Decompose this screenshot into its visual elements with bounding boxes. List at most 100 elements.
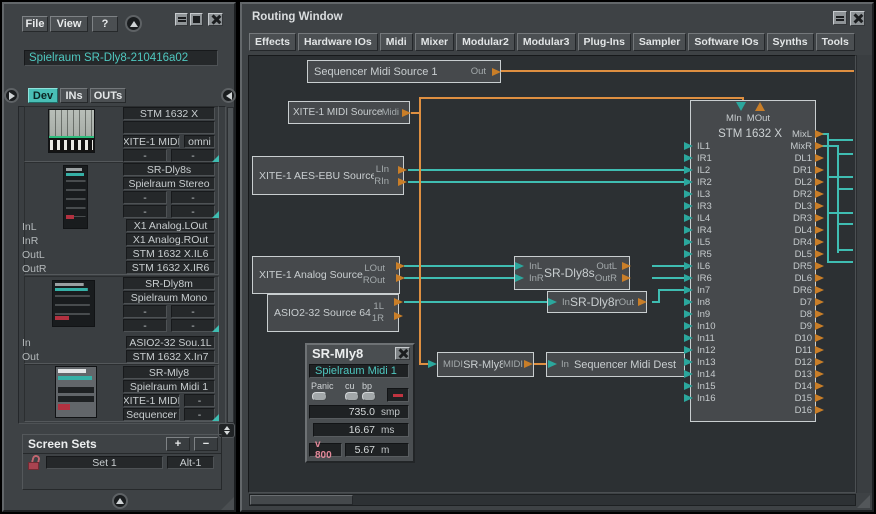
- bottom-collapse-button[interactable]: [112, 493, 128, 509]
- screen-set-remove-button[interactable]: −: [194, 437, 218, 451]
- stm-input-port[interactable]: IR4: [684, 224, 754, 236]
- input-arrow-icon[interactable]: [548, 360, 557, 368]
- input-arrow-icon[interactable]: [515, 262, 524, 270]
- output-arrow-icon[interactable]: [398, 178, 407, 186]
- device-field[interactable]: Sequencer: [123, 408, 180, 421]
- device-field[interactable]: -: [123, 319, 167, 332]
- device-field[interactable]: -: [184, 408, 215, 421]
- wire-mix-bus-tap[interactable]: [827, 261, 853, 263]
- wire-mix-bus-tap[interactable]: [837, 188, 853, 190]
- stm-output-port[interactable]: D9: [752, 320, 824, 332]
- port-assignment-field[interactable]: STM 1632 X.IR6: [126, 261, 215, 274]
- midi-in-arrow-icon[interactable]: [736, 102, 746, 111]
- cu-button[interactable]: [345, 392, 359, 401]
- stm-output-port[interactable]: D14: [752, 380, 824, 392]
- stm-input-port[interactable]: In8: [684, 296, 754, 308]
- output-arrow-icon[interactable]: [622, 262, 631, 270]
- output-arrow-icon[interactable]: [638, 298, 647, 306]
- output-arrow-icon[interactable]: [492, 68, 501, 76]
- wire-dly8m-out-to-in7[interactable]: [658, 289, 685, 291]
- tab-ins[interactable]: INs: [60, 88, 88, 103]
- routing-tab[interactable]: Modular3: [517, 33, 576, 51]
- module-sequencer-midi-dest[interactable]: In Sequencer Midi Dest 1: [546, 352, 685, 377]
- device-field[interactable]: -: [171, 191, 215, 204]
- record-display[interactable]: [387, 388, 409, 402]
- output-arrow-icon[interactable]: [524, 360, 533, 368]
- screen-set-alt-field[interactable]: Alt-1: [167, 456, 214, 469]
- device-name-field[interactable]: SR-Mly8: [123, 366, 215, 379]
- sr-mly8-name-field[interactable]: Spielraum Midi 1: [309, 364, 409, 378]
- stm-input-port[interactable]: In14: [684, 368, 754, 380]
- device-field[interactable]: -: [123, 305, 167, 318]
- device-field[interactable]: XITE-1 MIDI: [123, 135, 180, 148]
- stm-output-port[interactable]: DL3: [752, 200, 824, 212]
- collapse-button[interactable]: [125, 15, 142, 32]
- stm-input-port[interactable]: IL5: [684, 236, 754, 248]
- routing-tab[interactable]: Midi: [380, 33, 413, 51]
- port-assignment-field[interactable]: STM 1632 X.IL6: [126, 247, 215, 260]
- screen-set-add-button[interactable]: +: [166, 437, 190, 451]
- open-lock-icon[interactable]: [27, 455, 42, 470]
- stm-output-port[interactable]: D8: [752, 308, 824, 320]
- device-field[interactable]: -: [123, 191, 167, 204]
- samples-field[interactable]: 735.0 smp: [309, 405, 409, 419]
- wire-seq-out[interactable]: [501, 70, 854, 72]
- wire-mix-bus-tap[interactable]: [837, 223, 853, 225]
- stm-input-port[interactable]: In13: [684, 356, 754, 368]
- routing-close-button[interactable]: [850, 11, 865, 26]
- device-field[interactable]: Spielraum Mono: [123, 291, 215, 304]
- output-arrow-icon[interactable]: [622, 274, 631, 282]
- output-arrow-icon[interactable]: [394, 312, 403, 320]
- close-button[interactable]: [208, 13, 223, 26]
- wire-aes-lin-to-il2[interactable]: [408, 169, 685, 171]
- wire-mix-bus-tap[interactable]: [837, 249, 853, 251]
- device-field[interactable]: -: [184, 394, 215, 407]
- bp-button[interactable]: [362, 392, 376, 401]
- routing-tab[interactable]: Plug-Ins: [578, 33, 631, 51]
- minimize-button[interactable]: [175, 13, 188, 26]
- stm-output-port[interactable]: DR5: [752, 260, 824, 272]
- port-assignment-field[interactable]: X1 Analog.ROut: [126, 233, 215, 246]
- stm-output-port[interactable]: D11: [752, 344, 824, 356]
- sr-mly8-close-button[interactable]: [395, 347, 410, 360]
- stm-output-port[interactable]: DL5: [752, 248, 824, 260]
- device-field[interactable]: XITE-1 MIDI: [123, 394, 180, 407]
- stm-output-port[interactable]: MixL: [752, 128, 824, 140]
- wire-mix-bus-tap[interactable]: [837, 153, 853, 155]
- stm-input-port[interactable]: IL2: [684, 164, 754, 176]
- stm-output-port[interactable]: DL6: [752, 272, 824, 284]
- stm-input-port[interactable]: IL3: [684, 188, 754, 200]
- wire-dly8m-out-seg2[interactable]: [658, 289, 660, 303]
- stm-output-port[interactable]: D12: [752, 356, 824, 368]
- wire-midi-net-top[interactable]: [419, 97, 744, 99]
- output-arrow-icon[interactable]: [396, 262, 405, 270]
- device-thumbnail-stm[interactable]: [48, 109, 95, 153]
- routing-tab[interactable]: Hardware IOs: [298, 33, 378, 51]
- device-name-field[interactable]: SR-Dly8s: [123, 163, 215, 176]
- module-sr-mly8-midi[interactable]: MIDI SR-Mly8 MIDI: [437, 352, 534, 377]
- input-arrow-icon[interactable]: [428, 360, 437, 368]
- device-name-field[interactable]: SR-Dly8m: [123, 277, 215, 290]
- stm-output-port[interactable]: DR1: [752, 164, 824, 176]
- tab-dev[interactable]: Dev: [28, 88, 58, 103]
- stm-output-port[interactable]: DR6: [752, 284, 824, 296]
- stm-output-port[interactable]: DR3: [752, 212, 824, 224]
- device-thumbnail-mly8[interactable]: [55, 366, 97, 418]
- device-field[interactable]: Spielraum Midi 1: [123, 380, 215, 393]
- device-field[interactable]: -: [123, 149, 167, 162]
- stm-input-port[interactable]: In16: [684, 392, 754, 404]
- resize-grip-icon[interactable]: [857, 495, 870, 508]
- device-thumbnail-dly8m[interactable]: [52, 280, 95, 327]
- wire-mix-bus-v2[interactable]: [837, 145, 839, 253]
- device-thumbnail-dly8s[interactable]: [63, 165, 88, 229]
- module-sr-dly8s[interactable]: InL InR SR-Dly8s OutL OutR: [514, 256, 630, 290]
- stm-input-port[interactable]: IR6: [684, 272, 754, 284]
- resize-grip-icon[interactable]: [221, 497, 234, 510]
- panic-button[interactable]: [312, 392, 327, 401]
- menu-view-button[interactable]: View: [50, 16, 88, 32]
- module-xite-midi-source[interactable]: XITE-1 MIDI Source Midi: [288, 101, 410, 124]
- project-name-field[interactable]: Spielraum SR-Dly8-210416a02: [24, 50, 218, 66]
- routing-tab[interactable]: Synths: [767, 33, 814, 51]
- routing-tab[interactable]: Mixer: [415, 33, 454, 51]
- menu-help-button[interactable]: ?: [92, 16, 118, 32]
